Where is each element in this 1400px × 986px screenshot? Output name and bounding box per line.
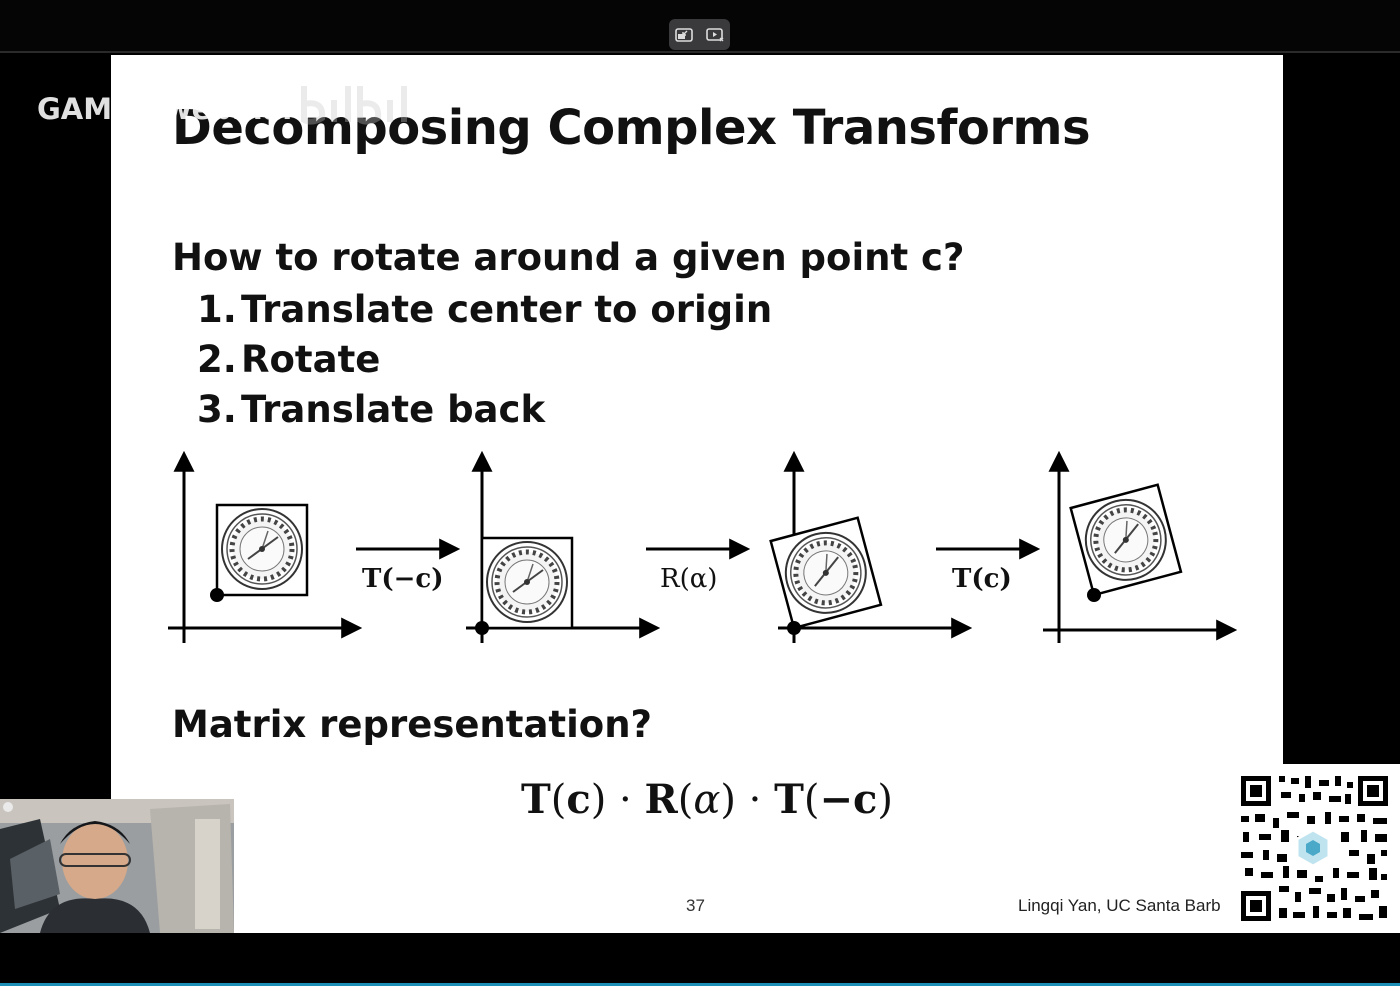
- arrow-label-translate-neg: T(−c): [362, 564, 444, 594]
- formula-c: c: [566, 776, 591, 823]
- arrow-label-rotate: R(α): [660, 564, 717, 594]
- step-text: Rotate: [241, 338, 381, 381]
- matrix-formula: T(c) · R(α) · T(−c): [521, 776, 893, 823]
- step-text: Translate back: [241, 388, 546, 431]
- formula-neg-c: −c: [819, 776, 878, 823]
- steps-list: 1. Translate center to origin 2. Rotate 3.…: [197, 285, 772, 435]
- formula-R: R: [644, 776, 678, 823]
- list-item: 1. Translate center to origin: [197, 285, 772, 335]
- panel-original: [168, 450, 363, 643]
- list-item: 3. Translate back: [197, 385, 772, 435]
- formula-alpha: α: [693, 777, 721, 823]
- webcam-image: [0, 799, 234, 933]
- exit-fullscreen-icon[interactable]: [674, 26, 694, 44]
- panel-translated-back: [1043, 450, 1238, 643]
- matrix-question: Matrix representation?: [172, 703, 653, 746]
- question-text: How to rotate around a given point c?: [172, 236, 965, 279]
- page-number: 37: [686, 896, 705, 915]
- qr-code-icon: [1229, 764, 1400, 933]
- watermark: GAMES-webinar: [37, 92, 297, 126]
- formula-T: T: [521, 776, 551, 823]
- speaker-webcam: [0, 799, 234, 933]
- step-number: 2.: [197, 338, 237, 381]
- qr-code[interactable]: [1229, 764, 1400, 933]
- top-bar-divider: [0, 51, 1400, 53]
- picture-in-picture-icon[interactable]: [705, 26, 725, 44]
- window-controls-pill: [669, 19, 730, 50]
- panel-translated: [466, 450, 661, 643]
- slide-credit: Lingqi Yan, UC Santa Barb: [1018, 896, 1221, 915]
- formula-T: T: [774, 776, 804, 823]
- step-number: 1.: [197, 288, 237, 331]
- transform-diagram: T(−c) R(α) T(c): [168, 450, 1238, 643]
- bottom-bar: [0, 933, 1400, 986]
- bilibili-logo-icon: [301, 86, 407, 125]
- step-text: Translate center to origin: [241, 288, 773, 331]
- step-number: 3.: [197, 388, 237, 431]
- list-item: 2. Rotate: [197, 335, 772, 385]
- arrow-label-translate: T(c): [952, 564, 1012, 594]
